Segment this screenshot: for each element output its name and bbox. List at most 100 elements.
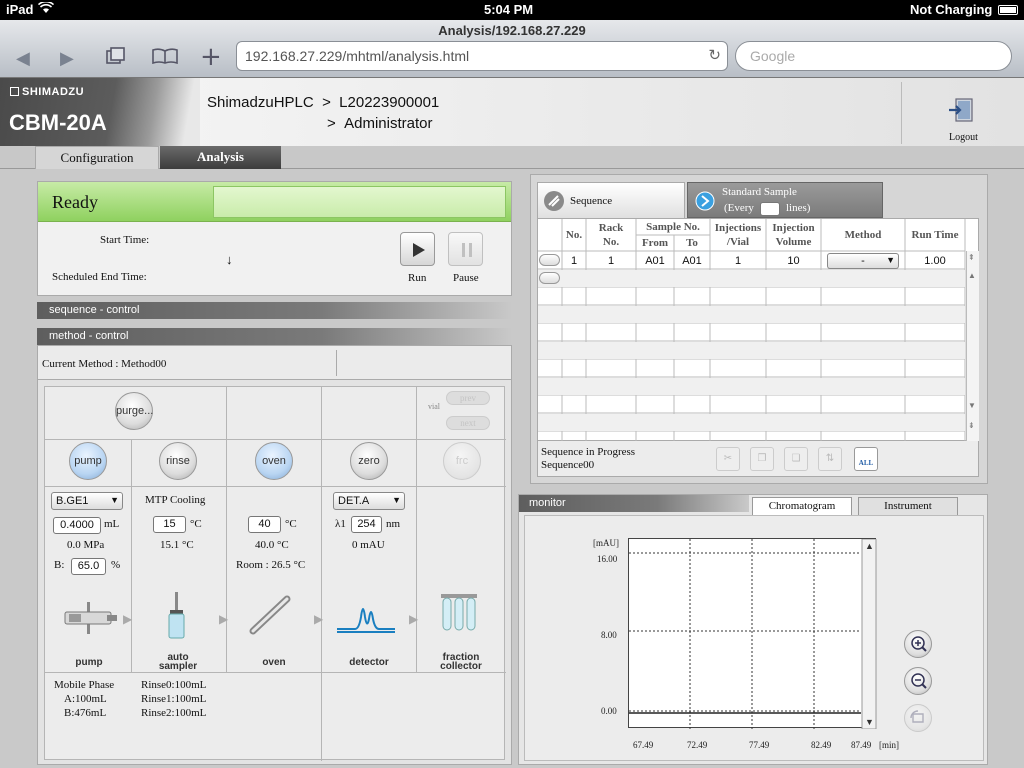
y-tick: 8.00 [601,630,617,640]
pump-module-label: pump [75,657,103,668]
prev-button[interactable]: prev [446,391,490,405]
pause-button[interactable] [448,232,483,266]
b-conc-input[interactable]: 65.0 [71,558,106,575]
wavelength-input[interactable]: 254 [351,516,382,533]
next-button[interactable]: next [446,416,490,430]
tab-sequence[interactable]: Sequence [537,182,685,218]
select-all-button[interactable]: ALL [854,447,878,471]
fraction-collector-icon [441,594,477,631]
cooling-temp-input[interactable]: 15 [153,516,186,533]
cell-runtime[interactable]: 1.00 [905,255,965,267]
run-button[interactable] [400,232,435,266]
zoom-in-button[interactable] [904,630,932,658]
app-header: SHIMADZU CBM-20A ShimadzuHPLC > L2022390… [0,78,1024,146]
flow-input[interactable]: 0.4000 [53,517,101,534]
run-label: Run [408,272,427,284]
back-icon[interactable]: ◀ [16,48,30,69]
tab-chromatogram[interactable]: Chromatogram [752,497,852,515]
tab-instrument[interactable]: Instrument [858,497,958,515]
cut-row-icon[interactable]: ✂ [716,447,740,471]
sequence-footer: Sequence in Progress Sequence00 ✂ ❐ ❏ ⇅ … [537,441,979,477]
every-lines-input[interactable]: 0 [760,202,780,216]
tabs-icon[interactable] [106,47,126,70]
b-conc-label: B: [54,559,65,571]
sequence-status-1: Sequence in Progress [541,446,636,458]
reload-icon[interactable]: ↻ [708,46,721,64]
tab-standard-sample[interactable]: Standard Sample (Every 0 lines) [687,182,883,218]
zoom-out-button[interactable] [904,667,932,695]
flow-arrow-icon: ▶ [123,612,133,626]
x-tick: 77.49 [749,740,770,750]
x-tick: 82.49 [811,740,832,750]
logout-button[interactable]: Logout [901,82,1024,144]
rinse-button[interactable]: rinse [159,442,197,480]
cell-volume[interactable]: 10 [766,255,821,267]
logout-icon [949,98,973,122]
col-sample: Sample No. [646,221,700,233]
frc-button[interactable]: frc [443,442,481,480]
plot-grid: ▲ ▼ [629,538,877,730]
url-bar[interactable]: 192.168.27.229/mhtml/analysis.html ↻ [236,41,728,71]
tab-analysis[interactable]: Analysis [160,146,281,169]
insert-row-icon[interactable]: ⇅ [818,447,842,471]
add-icon[interactable]: + [200,42,222,72]
device-label: iPad [6,2,34,17]
row-select-button[interactable] [539,254,560,266]
search-field[interactable]: Google [735,41,1012,71]
bookmarks-icon[interactable] [152,48,178,69]
table-scrollbar[interactable]: ⇞ ▲ ▼ ⇟ [966,251,979,441]
col-runtime: Run Time [911,229,959,241]
cell-to[interactable]: A01 [674,255,710,267]
tab-configuration[interactable]: Configuration [35,146,159,169]
flow-arrow-icon: ▶ [219,612,229,626]
scheduled-end-label: Scheduled End Time: [52,271,147,283]
detector-channel-select[interactable]: DET.A ▼ [333,492,405,510]
divider [45,439,506,440]
cell-rack[interactable]: 1 [586,255,636,267]
url-text: 192.168.27.229/mhtml/analysis.html [245,48,470,64]
browser-toolbar: Analysis/192.168.27.229 ◀ ▶ + 192.168.27… [0,20,1024,78]
chevron-down-icon: ▼ [110,495,119,505]
zero-button[interactable]: zero [350,442,388,480]
scroll-down-icon: ▼ [968,401,976,410]
pump-line-select[interactable]: B.GE1 ▼ [51,492,123,510]
purge-button[interactable]: purge... [115,392,153,430]
detector-signal: 0 mAU [352,539,385,551]
cooling-unit: °C [190,518,202,530]
forward-icon[interactable]: ▶ [60,48,74,69]
cell-injections[interactable]: 1 [710,255,766,267]
pump-button[interactable]: pump [69,442,107,480]
oven-button[interactable]: oven [255,442,293,480]
sequence-status-2: Sequence00 [541,459,595,471]
method-select[interactable]: - ▼ [827,253,899,269]
svg-text:▼: ▼ [865,717,874,727]
col-volume-2: Volume [775,236,812,248]
mobile-phase-a: A:100mL [64,693,107,705]
copy-row-icon[interactable]: ❐ [750,447,774,471]
monitor-panel: monitor Chromatogram Instrument [mAU] 16… [518,494,988,765]
flow-unit: mL [104,518,120,530]
col-no: No. [565,229,583,241]
oven-temp-input[interactable]: 40 [248,516,281,533]
monitor-header: monitor [519,495,749,512]
detector-icon [337,608,395,633]
oven-actual: 40.0 °C [255,539,289,551]
zoom-reset-button[interactable] [904,704,932,732]
ios-status-bar: iPad 5:04 PM Not Charging [0,0,1024,20]
sequence-control-header[interactable]: sequence - control [37,302,512,319]
sequence-panel: Sequence Standard Sample (Every 0 lines)… [530,174,988,484]
divider [131,439,132,672]
chromatogram-plot[interactable]: ▲ ▼ [628,538,877,730]
wavelength-unit: nm [386,518,401,530]
paste-row-icon[interactable]: ❏ [784,447,808,471]
cell-from[interactable]: A01 [636,255,674,267]
row-select-button[interactable] [539,272,560,284]
wifi-icon [37,0,55,17]
divider [45,672,506,673]
flow-arrow-icon: ▶ [409,612,419,626]
method-control-header[interactable]: method - control [37,328,512,345]
x-tick: 87.49 [851,740,872,750]
run-status-panel: Ready Start Time: ↓ Scheduled End Time: … [37,181,512,296]
every-label: (Every [724,202,754,214]
oven-unit: °C [285,518,297,530]
